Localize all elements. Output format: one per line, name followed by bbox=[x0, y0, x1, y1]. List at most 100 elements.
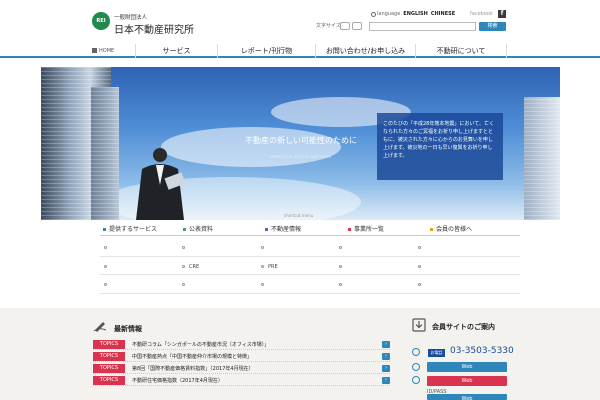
tab-marker-icon bbox=[265, 228, 268, 231]
main-nav: HOME サービス レポート/刊行物 お問い合わせ/お申し込み 不動研について bbox=[0, 44, 600, 58]
lang-english-link[interactable]: ENGLISH bbox=[403, 11, 428, 17]
tab-divider bbox=[100, 235, 520, 236]
logo-title: 日本不動産研究所 bbox=[114, 25, 194, 36]
topics-badge: TOPICS bbox=[93, 376, 125, 385]
bullet-icon bbox=[339, 283, 342, 286]
tab-members[interactable]: 会員の皆様へ bbox=[430, 224, 472, 235]
shortcut-item[interactable] bbox=[104, 264, 111, 270]
shortcut-item-cre[interactable]: CRE bbox=[182, 264, 199, 270]
row-divider bbox=[100, 274, 520, 275]
search-input[interactable] bbox=[369, 22, 476, 31]
news-item[interactable]: TOPICS 不動研住宅価格指数（2017年4月現在） › bbox=[93, 376, 390, 386]
tab-label: 公表資料 bbox=[189, 226, 214, 233]
tab-label: 事業所一覧 bbox=[354, 226, 385, 233]
nav-item-contact[interactable]: お問い合わせ/お申し込み bbox=[315, 44, 415, 58]
tab-services[interactable]: 提供するサービス bbox=[103, 224, 157, 235]
tab-offices[interactable]: 事業所一覧 bbox=[348, 224, 384, 235]
tab-marker-icon bbox=[348, 228, 351, 231]
shortcut-item[interactable] bbox=[418, 245, 425, 251]
shortcut-item-label: PRE bbox=[268, 264, 278, 270]
bullet-icon bbox=[261, 283, 264, 286]
nav-item-reports[interactable]: レポート/刊行物 bbox=[217, 44, 315, 58]
facebook-icon[interactable]: f bbox=[498, 10, 506, 18]
news-item-text[interactable]: 第8回「国際不動産価格賃料指数」（2017年4月現在） bbox=[132, 365, 254, 372]
pc-icon bbox=[412, 376, 420, 384]
arrow-right-icon[interactable]: › bbox=[382, 341, 390, 348]
bullet-icon bbox=[261, 265, 264, 268]
news-item[interactable]: TOPICS 中国不動産熱点「中国不動産仲介市場の規模と特徴」 › bbox=[93, 352, 390, 362]
tab-label: 不動産情報 bbox=[271, 226, 302, 233]
bullet-icon bbox=[339, 265, 342, 268]
arrow-right-icon[interactable]: › bbox=[382, 353, 390, 360]
hero-subtitle: JAPAN REAL ESTATE INSTITUTE bbox=[270, 155, 332, 159]
news-item[interactable]: TOPICS 第8回「国際不動産価格賃料指数」（2017年4月現在） › bbox=[93, 364, 390, 374]
topics-badge: TOPICS bbox=[93, 352, 125, 361]
bullet-icon bbox=[339, 246, 342, 249]
bullet-icon bbox=[418, 265, 421, 268]
bullet-icon bbox=[418, 246, 421, 249]
phone-number[interactable]: 03-3503-5330 bbox=[450, 346, 514, 356]
facebook-label: facebook bbox=[470, 11, 493, 17]
logo-subtitle: 一般財団法人 bbox=[114, 15, 148, 21]
shortcut-item[interactable] bbox=[261, 245, 268, 251]
lang-chinese-link[interactable]: CHINESE bbox=[431, 11, 455, 17]
news-item-text[interactable]: 不動研住宅価格指数（2017年4月現在） bbox=[132, 377, 223, 384]
shortcut-item-label: CRE bbox=[189, 264, 200, 270]
shortcut-item[interactable] bbox=[339, 282, 346, 288]
bullet-icon bbox=[418, 283, 421, 286]
font-size-small-button[interactable] bbox=[340, 22, 350, 30]
shortcut-item[interactable] bbox=[261, 282, 268, 288]
tab-publications[interactable]: 公表資料 bbox=[183, 224, 213, 235]
tab-label: 会員の皆様へ bbox=[436, 226, 473, 233]
shortcut-item[interactable] bbox=[339, 264, 346, 270]
nav-home[interactable]: HOME bbox=[92, 48, 114, 54]
shortcut-item[interactable] bbox=[104, 282, 111, 288]
news-item[interactable]: TOPICS 不動研コラム「シンガポールの不動産市況（オフィス市場）」 › bbox=[93, 340, 390, 350]
member-web-button[interactable]: Web bbox=[427, 376, 507, 386]
pen-icon bbox=[93, 322, 107, 332]
member-web-button[interactable]: Web bbox=[427, 394, 507, 400]
news-item-text[interactable]: 中国不動産熱点「中国不動産仲介市場の規模と特徴」 bbox=[132, 353, 252, 360]
topics-badge: TOPICS bbox=[93, 340, 125, 349]
logo-mark-icon: REI bbox=[92, 12, 110, 30]
language-label: language bbox=[377, 11, 401, 17]
shortcut-item[interactable] bbox=[418, 282, 425, 288]
skyscraper-right bbox=[524, 97, 560, 220]
shortcut-menu-label: shortcut menu bbox=[284, 213, 314, 218]
bullet-icon bbox=[182, 246, 185, 249]
site-logo[interactable]: REI 一般財団法人 日本不動産研究所 bbox=[92, 12, 202, 36]
nav-item-about[interactable]: 不動研について bbox=[415, 44, 507, 58]
bullet-icon bbox=[261, 246, 264, 249]
arrow-right-icon[interactable]: › bbox=[382, 377, 390, 384]
shortcut-item[interactable] bbox=[418, 264, 425, 270]
bullet-icon bbox=[182, 265, 185, 268]
businessman-image bbox=[136, 148, 186, 220]
hero-title: 不動産の新しい可能性のために bbox=[245, 136, 357, 145]
row-divider bbox=[100, 256, 520, 257]
row-divider bbox=[100, 293, 520, 294]
shortcut-item[interactable] bbox=[339, 245, 346, 251]
download-icon bbox=[412, 318, 426, 332]
search-button[interactable]: 検索 bbox=[479, 22, 506, 31]
tab-real-estate-info[interactable]: 不動産情報 bbox=[265, 224, 301, 235]
member-web-button[interactable]: Web bbox=[427, 362, 507, 372]
shortcut-item[interactable] bbox=[104, 245, 111, 251]
phone-icon bbox=[412, 348, 420, 356]
site-header: REI 一般財団法人 日本不動産研究所 language ENGLISH CHINE… bbox=[0, 0, 600, 44]
earthquake-notice: このたびの「平成28年熊本地震」において、亡くなられた方々のご冥福をお祈り申し上… bbox=[377, 113, 503, 180]
shortcut-item[interactable] bbox=[182, 245, 189, 251]
tab-label: 提供するサービス bbox=[109, 226, 158, 233]
bullet-icon bbox=[104, 283, 107, 286]
news-item-text[interactable]: 不動研コラム「シンガポールの不動産市況（オフィス市場）」 bbox=[132, 341, 269, 348]
member-section-title: 会員サイトのご案内 bbox=[432, 323, 495, 331]
skyscraper-left-2 bbox=[91, 87, 119, 220]
font-size-large-button[interactable] bbox=[352, 22, 362, 30]
nav-home-label: HOME bbox=[99, 48, 115, 54]
shortcut-item-pre[interactable]: PRE bbox=[261, 264, 278, 270]
tab-marker-icon bbox=[183, 228, 186, 231]
nav-item-services[interactable]: サービス bbox=[135, 44, 217, 58]
bullet-icon bbox=[104, 265, 107, 268]
arrow-right-icon[interactable]: › bbox=[382, 365, 390, 372]
pc-icon bbox=[412, 363, 420, 371]
shortcut-item[interactable] bbox=[182, 282, 189, 288]
